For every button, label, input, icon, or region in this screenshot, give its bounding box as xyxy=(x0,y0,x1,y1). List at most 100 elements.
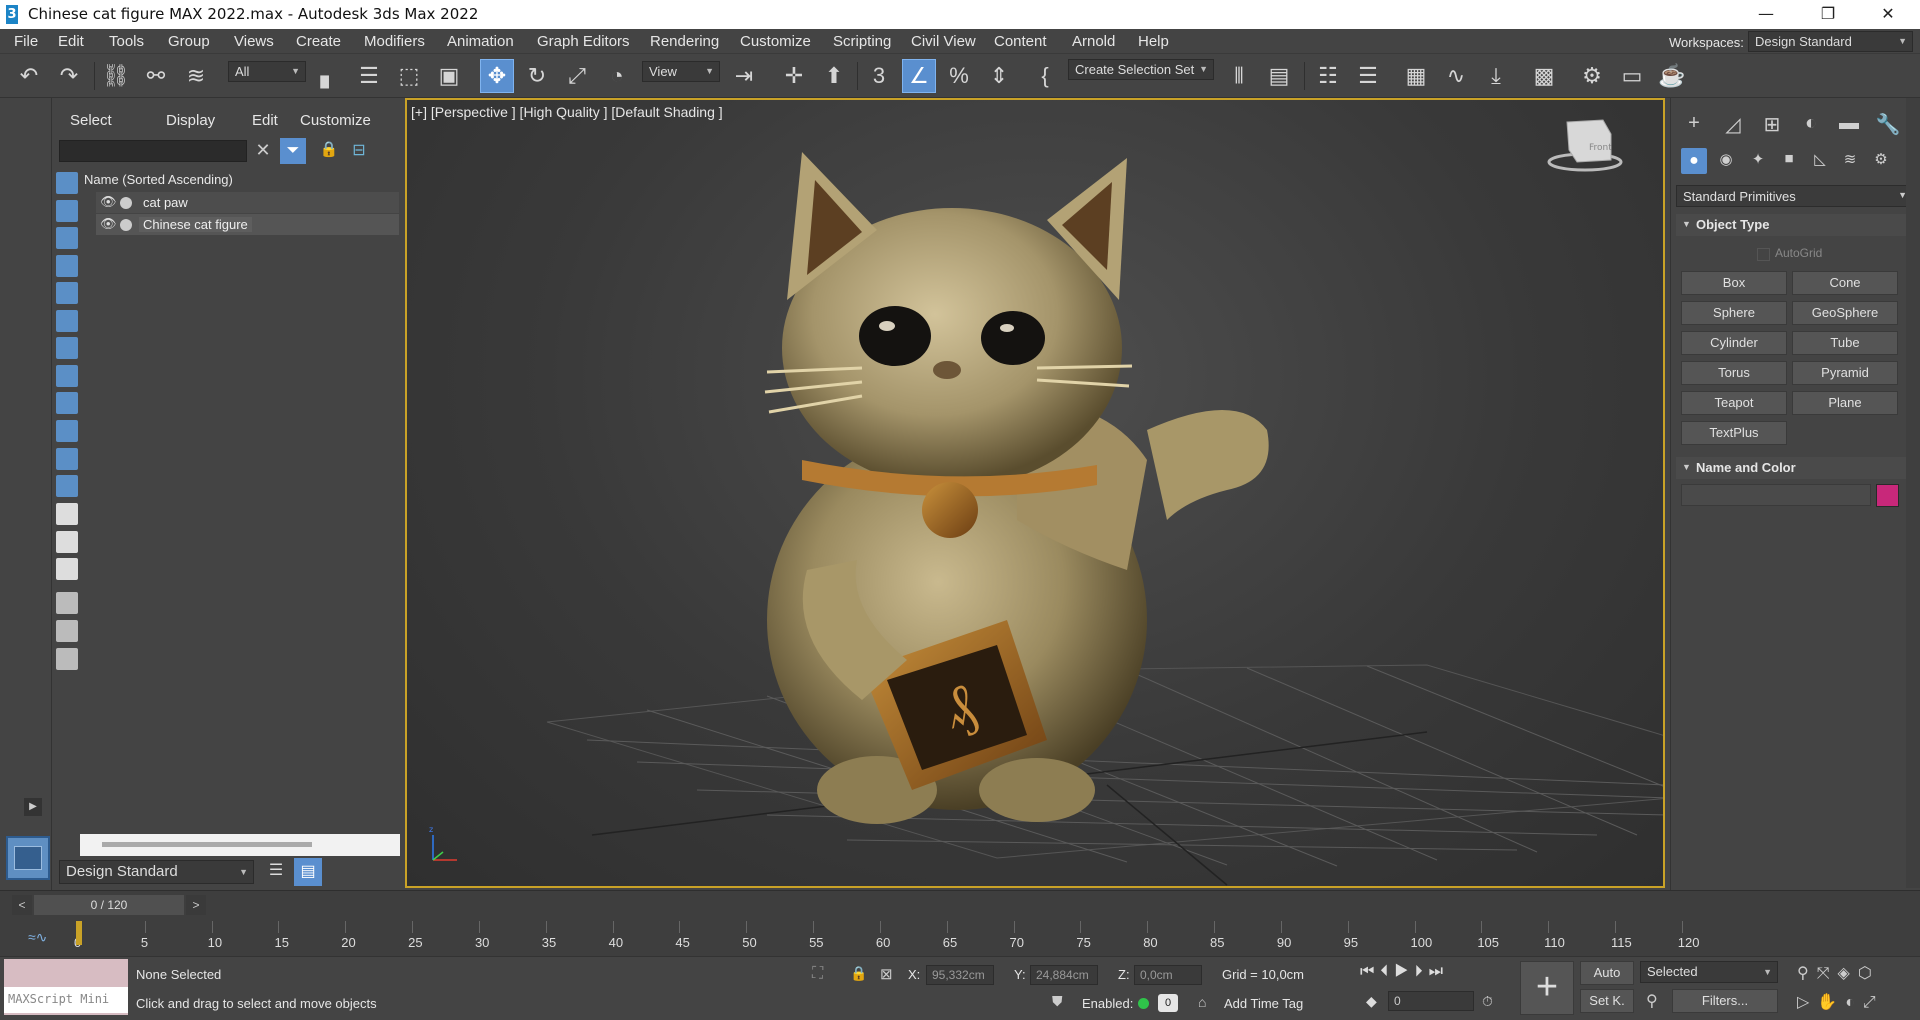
key-tangent-icon[interactable]: ⚲ xyxy=(1646,991,1658,1011)
tube-button[interactable]: Tube xyxy=(1792,331,1898,355)
utilities-tab-icon[interactable]: 🔧 xyxy=(1873,112,1903,138)
toggle-ribbon-icon[interactable]: ☰ xyxy=(1351,59,1385,93)
helpers-icon[interactable]: ◺ xyxy=(1805,150,1835,176)
hierarchy-tab-icon[interactable]: ⊞ xyxy=(1757,112,1787,138)
workspace-dropdown[interactable]: Design Standard xyxy=(1748,31,1913,52)
lock-icon[interactable]: 🔒 xyxy=(318,140,340,162)
render-teapot-icon[interactable]: ☕ xyxy=(1655,59,1689,93)
select-place-icon[interactable]: ◔ xyxy=(600,59,634,93)
explorer-hscroll[interactable] xyxy=(80,834,400,856)
isolate-icon[interactable]: ⛶ xyxy=(812,965,823,983)
explorer-menu-display[interactable]: Display xyxy=(166,112,215,129)
select-move-icon[interactable]: ✥ xyxy=(480,59,514,93)
visibility-eye-icon[interactable]: 👁 xyxy=(100,194,117,210)
explorer-row[interactable]: 👁 Chinese cat figure xyxy=(96,214,399,235)
rendered-frame-window-icon[interactable]: ▭ xyxy=(1615,59,1649,93)
explorer-menu-customize[interactable]: Customize xyxy=(300,112,371,129)
prev-frame-button[interactable]: < xyxy=(12,895,32,915)
object-color-swatch[interactable] xyxy=(1876,484,1899,507)
menu-help[interactable]: Help xyxy=(1138,33,1169,50)
explorer-row[interactable]: 👁 cat paw xyxy=(96,192,399,213)
expand-arrow-icon[interactable]: ▶ xyxy=(24,798,42,816)
systems-icon[interactable]: ⚙ xyxy=(1866,150,1896,176)
z-coord-field[interactable]: 0,0cm xyxy=(1134,965,1202,985)
torus-button[interactable]: Torus xyxy=(1681,361,1787,385)
set-key-big-button[interactable]: + xyxy=(1520,961,1574,1015)
explorer-column-header[interactable]: Name (Sorted Ascending) xyxy=(84,172,233,187)
percent-snap-icon[interactable]: % xyxy=(942,59,976,93)
y-coord-field[interactable]: 24,884cm xyxy=(1030,965,1098,985)
viewport-layout-icon[interactable] xyxy=(6,836,50,880)
key-filters-button[interactable]: Filters... xyxy=(1672,989,1778,1013)
layer-explorer-icon[interactable]: ☷ xyxy=(1311,59,1345,93)
time-slider-handle[interactable] xyxy=(76,921,82,945)
layers-icon[interactable]: ☰ xyxy=(264,860,288,884)
cylinder-button[interactable]: Cylinder xyxy=(1681,331,1787,355)
menu-views[interactable]: Views xyxy=(234,33,274,50)
pivot-icon[interactable]: ⇥ xyxy=(727,59,761,93)
menu-scripting[interactable]: Scripting xyxy=(833,33,891,50)
menu-content[interactable]: Content xyxy=(994,33,1047,50)
undo-icon[interactable]: ↶ xyxy=(12,59,46,93)
snaps-toggle-icon[interactable]: 3 xyxy=(862,59,896,93)
key-mode-icon[interactable]: ◆ xyxy=(1366,993,1377,1010)
unlink-icon[interactable]: ⚯ xyxy=(139,59,173,93)
sphere-button[interactable]: Sphere xyxy=(1681,301,1787,325)
material-editor-icon[interactable]: ▩ xyxy=(1527,59,1561,93)
select-by-name-icon[interactable]: ☰ xyxy=(352,59,386,93)
selection-lock-icon[interactable]: 🔒 xyxy=(850,965,867,982)
menu-file[interactable]: File xyxy=(14,33,38,50)
menu-edit[interactable]: Edit xyxy=(58,33,84,50)
mirror-icon[interactable]: ⫴ xyxy=(1222,59,1256,93)
menu-customize[interactable]: Customize xyxy=(740,33,811,50)
explorer-menu-select[interactable]: Select xyxy=(70,112,112,129)
manipulate-icon[interactable]: ✛ xyxy=(777,59,811,93)
autogrid-checkbox[interactable] xyxy=(1757,248,1770,261)
bind-space-warp-icon[interactable]: ≋ xyxy=(179,59,213,93)
x-coord-field[interactable]: 95,332cm xyxy=(926,965,994,985)
name-color-rollout[interactable]: Name and Color xyxy=(1676,457,1914,479)
curve-editor-mini-icon[interactable]: ≈∿ xyxy=(28,929,47,946)
select-rotate-icon[interactable]: ↻ xyxy=(520,59,554,93)
viewport-nav-controls-bottom[interactable]: ▷✋◐⤢ xyxy=(1797,992,1884,1012)
plane-button[interactable]: Plane xyxy=(1792,391,1898,415)
menu-tools[interactable]: Tools xyxy=(109,33,144,50)
keyboard-shortcut-icon[interactable]: ⬆ xyxy=(817,59,851,93)
cameras-icon[interactable]: ■ xyxy=(1774,150,1804,176)
time-tag-icon[interactable]: ⌂ xyxy=(1198,994,1206,1010)
ref-coord-dropdown[interactable]: View xyxy=(642,61,720,82)
rect-selection-icon[interactable]: ⬚ xyxy=(392,59,426,93)
maximize-button[interactable]: ❐ xyxy=(1805,0,1851,29)
timeline-ruler[interactable]: 0510152025303540455055606570758085909510… xyxy=(74,891,1860,957)
geosphere-button[interactable]: GeoSphere xyxy=(1792,301,1898,325)
viewport-nav-controls-top[interactable]: ⚲⤧◈⬡ xyxy=(1797,963,1880,983)
current-frame-field[interactable]: 0 xyxy=(1388,991,1474,1011)
pyramid-button[interactable]: Pyramid xyxy=(1792,361,1898,385)
playback-controls[interactable]: ⏮⏴▶⏵⏭ xyxy=(1360,963,1449,981)
window-crossing-icon[interactable]: ▣ xyxy=(432,59,466,93)
time-config-icon[interactable]: ⏱ xyxy=(1482,993,1493,1010)
angle-snap-icon[interactable]: ∠ xyxy=(902,59,936,93)
close-button[interactable]: ✕ xyxy=(1865,0,1911,29)
primitive-category-dropdown[interactable]: Standard Primitives xyxy=(1676,185,1914,207)
explorer-search-input[interactable] xyxy=(59,140,247,162)
menu-rendering[interactable]: Rendering xyxy=(650,33,719,50)
curve-editor-icon[interactable]: ∿ xyxy=(1439,59,1473,93)
modify-tab-icon[interactable]: ◿ xyxy=(1718,112,1748,138)
display-tab-icon[interactable]: ▬ xyxy=(1834,112,1864,138)
spacewarps-icon[interactable]: ≋ xyxy=(1835,150,1865,176)
create-tab-icon[interactable]: + xyxy=(1679,112,1709,138)
enabled-count-badge[interactable]: 0 xyxy=(1158,994,1178,1012)
select-object-icon[interactable]: ▖ xyxy=(312,59,346,93)
maxscript-listener[interactable]: MAXScript Mini xyxy=(4,959,128,1015)
selection-filter-dropdown[interactable]: All xyxy=(228,61,306,82)
redo-icon[interactable]: ↷ xyxy=(52,59,86,93)
link-icon[interactable]: ⛓ xyxy=(99,59,133,93)
visibility-eye-icon[interactable]: 👁 xyxy=(100,216,117,232)
menu-create[interactable]: Create xyxy=(296,33,341,50)
lights-icon[interactable]: ✦ xyxy=(1743,150,1773,176)
adaptive-degradation-icon[interactable]: ⛊ xyxy=(1052,993,1063,1010)
maxscript-mini-input[interactable]: MAXScript Mini xyxy=(4,987,128,1013)
motion-tab-icon[interactable]: ◐ xyxy=(1796,112,1826,138)
key-filter-selected-dropdown[interactable]: Selected xyxy=(1640,961,1778,983)
